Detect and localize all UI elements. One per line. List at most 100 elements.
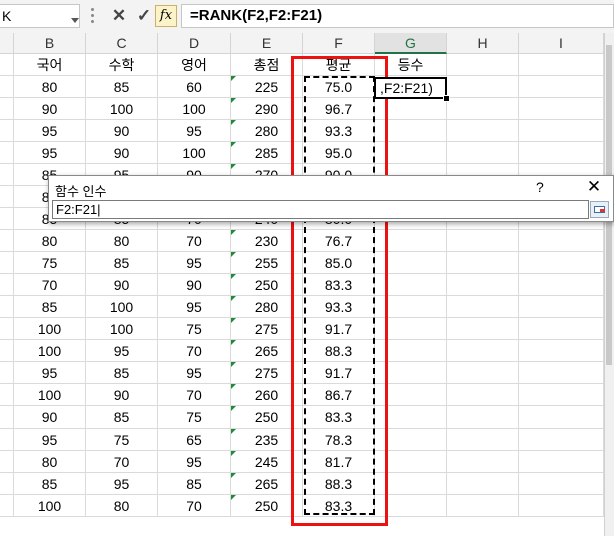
data-cell[interactable]: 95 xyxy=(86,473,158,495)
data-cell[interactable]: 75 xyxy=(14,252,86,274)
empty-cell[interactable] xyxy=(447,142,519,164)
empty-cell[interactable] xyxy=(447,76,519,98)
column-header-f[interactable]: F xyxy=(303,33,375,54)
column-header-d[interactable]: D xyxy=(158,33,231,54)
empty-cell[interactable] xyxy=(447,54,519,76)
data-cell[interactable]: 85 xyxy=(14,473,86,495)
vertical-scrollbar[interactable] xyxy=(604,33,614,536)
empty-cell[interactable] xyxy=(0,406,14,429)
empty-cell[interactable] xyxy=(447,429,519,451)
insert-function-button[interactable]: fx xyxy=(155,5,177,27)
data-cell[interactable]: 90 xyxy=(86,274,158,296)
data-cell[interactable]: 90 xyxy=(14,406,86,429)
data-cell[interactable]: 70 xyxy=(158,384,231,406)
data-cell[interactable]: 95 xyxy=(158,362,231,384)
data-cell[interactable]: 100 xyxy=(86,296,158,318)
data-cell[interactable]: 90 xyxy=(86,384,158,406)
empty-cell[interactable] xyxy=(519,451,604,473)
empty-cell[interactable] xyxy=(447,406,519,429)
data-cell[interactable]: 100 xyxy=(158,98,231,120)
empty-cell[interactable] xyxy=(519,230,604,252)
data-cell[interactable]: 95 xyxy=(14,362,86,384)
column-header-i[interactable]: I xyxy=(519,33,604,54)
empty-cell[interactable] xyxy=(519,384,604,406)
data-cell[interactable]: 95 xyxy=(14,120,86,142)
data-cell[interactable]: 100 xyxy=(14,384,86,406)
empty-cell[interactable] xyxy=(0,54,14,76)
data-cell[interactable]: 100 xyxy=(14,495,86,517)
data-cell[interactable]: 85 xyxy=(86,76,158,98)
column-header-b[interactable]: B xyxy=(14,33,86,54)
empty-cell[interactable] xyxy=(447,495,519,517)
data-cell[interactable]: 100 xyxy=(14,318,86,340)
empty-cell[interactable] xyxy=(0,98,14,120)
column-header-h[interactable]: H xyxy=(447,33,519,54)
empty-cell[interactable] xyxy=(519,362,604,384)
active-cell[interactable]: ,F2:F21) xyxy=(374,77,447,99)
empty-cell[interactable] xyxy=(0,142,14,164)
data-cell[interactable]: 90 xyxy=(86,142,158,164)
empty-cell[interactable] xyxy=(0,495,14,517)
empty-cell[interactable] xyxy=(0,362,14,384)
data-cell[interactable]: 90 xyxy=(86,120,158,142)
empty-cell[interactable] xyxy=(519,252,604,274)
empty-cell[interactable] xyxy=(519,98,604,120)
data-cell[interactable]: 70 xyxy=(86,451,158,473)
chevron-down-icon[interactable] xyxy=(71,18,79,23)
empty-cell[interactable] xyxy=(519,429,604,451)
empty-cell[interactable] xyxy=(519,406,604,429)
data-cell[interactable]: 85 xyxy=(14,296,86,318)
empty-cell[interactable] xyxy=(0,164,14,186)
empty-cell[interactable] xyxy=(519,473,604,495)
empty-cell[interactable] xyxy=(0,252,14,274)
data-cell[interactable]: 95 xyxy=(14,429,86,451)
empty-cell[interactable] xyxy=(0,451,14,473)
empty-cell[interactable] xyxy=(0,340,14,362)
empty-cell[interactable] xyxy=(447,120,519,142)
data-cell[interactable]: 100 xyxy=(158,142,231,164)
data-cell[interactable]: 60 xyxy=(158,76,231,98)
empty-cell[interactable] xyxy=(447,252,519,274)
empty-cell[interactable] xyxy=(447,340,519,362)
empty-cell[interactable] xyxy=(0,384,14,406)
column-header-partial[interactable] xyxy=(0,33,14,54)
empty-cell[interactable] xyxy=(519,495,604,517)
data-cell[interactable]: 80 xyxy=(86,495,158,517)
empty-cell[interactable] xyxy=(0,120,14,142)
empty-cell[interactable] xyxy=(519,120,604,142)
column-header-c[interactable]: C xyxy=(86,33,158,54)
empty-cell[interactable] xyxy=(0,230,14,252)
cancel-icon[interactable]: ✕ xyxy=(108,5,130,27)
empty-cell[interactable] xyxy=(0,186,14,208)
data-cell[interactable]: 90 xyxy=(14,98,86,120)
data-cell[interactable]: 75 xyxy=(86,429,158,451)
data-cell[interactable]: 85 xyxy=(86,362,158,384)
empty-cell[interactable] xyxy=(0,296,14,318)
empty-cell[interactable] xyxy=(519,142,604,164)
expand-dialog-icon[interactable] xyxy=(590,201,609,218)
header-cell[interactable]: 국어 xyxy=(14,54,86,76)
data-cell[interactable]: 80 xyxy=(14,76,86,98)
data-cell[interactable]: 95 xyxy=(158,451,231,473)
data-cell[interactable]: 70 xyxy=(158,340,231,362)
formula-input[interactable]: =RANK(F2,F2:F21) xyxy=(181,4,614,28)
enter-icon[interactable]: ✓ xyxy=(133,5,155,27)
data-cell[interactable]: 85 xyxy=(86,406,158,429)
empty-cell[interactable] xyxy=(519,296,604,318)
range-input[interactable]: F2:F21| xyxy=(52,200,589,219)
empty-cell[interactable] xyxy=(447,384,519,406)
name-box[interactable]: K xyxy=(0,4,80,28)
data-cell[interactable]: 95 xyxy=(158,296,231,318)
help-icon[interactable]: ? xyxy=(536,179,544,195)
data-cell[interactable]: 100 xyxy=(86,98,158,120)
data-cell[interactable]: 95 xyxy=(86,340,158,362)
empty-cell[interactable] xyxy=(519,76,604,98)
empty-cell[interactable] xyxy=(0,318,14,340)
data-cell[interactable]: 70 xyxy=(14,274,86,296)
data-cell[interactable]: 75 xyxy=(158,406,231,429)
empty-cell[interactable] xyxy=(0,429,14,451)
empty-cell[interactable] xyxy=(447,362,519,384)
data-cell[interactable]: 95 xyxy=(158,252,231,274)
header-cell[interactable]: 수학 xyxy=(86,54,158,76)
data-cell[interactable]: 95 xyxy=(14,142,86,164)
